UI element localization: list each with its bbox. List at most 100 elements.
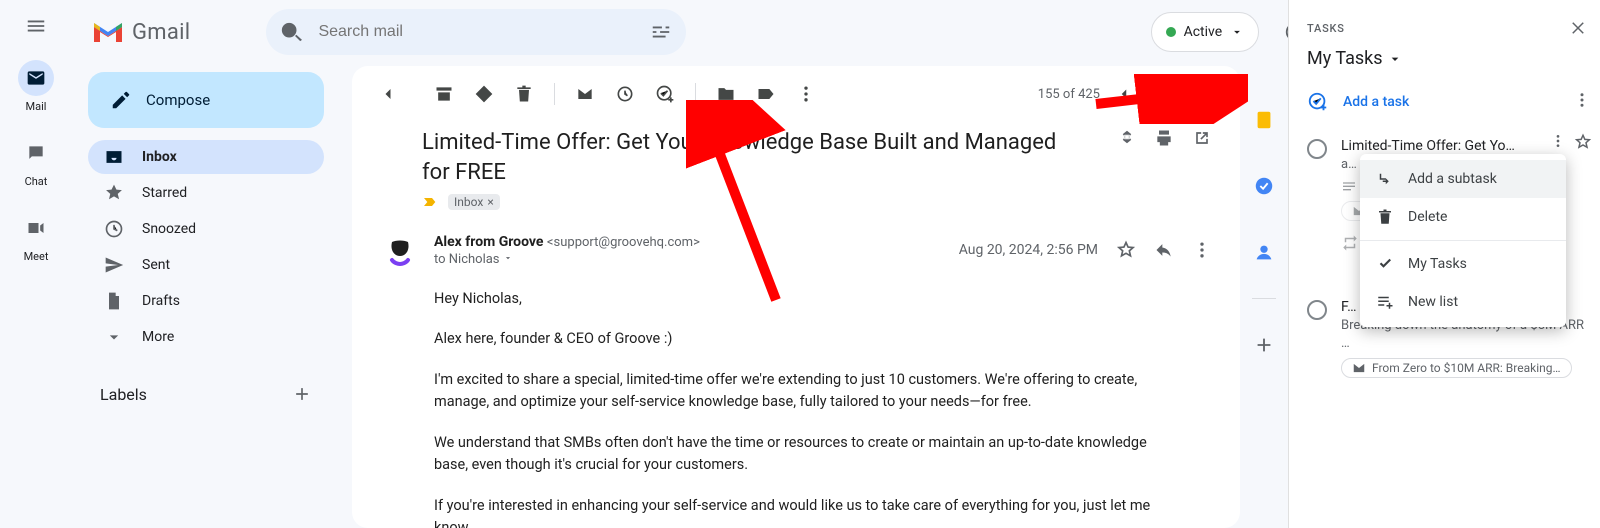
pencil-icon <box>110 89 132 111</box>
sidepanel-tasks[interactable] <box>1244 166 1284 206</box>
rail-label: Chat <box>25 175 48 188</box>
more-vert-icon <box>1573 91 1591 109</box>
nav-sent[interactable]: Sent <box>88 248 324 282</box>
reply-icon <box>1154 240 1174 260</box>
mail-unread-icon <box>575 84 595 104</box>
meet-icon <box>26 218 46 238</box>
add-label-button[interactable] <box>292 384 312 404</box>
ctx-label: Delete <box>1408 209 1447 225</box>
inbox-chip[interactable]: Inbox× <box>448 194 500 210</box>
nav-label: Starred <box>142 185 187 201</box>
archive-icon <box>434 84 454 104</box>
popout-icon <box>1192 128 1212 148</box>
rail-chat[interactable]: Chat <box>18 135 54 188</box>
tasks-kicker: TASKS <box>1307 22 1345 35</box>
gmail-logo-icon <box>92 20 124 44</box>
task-source-email-chip[interactable]: From Zero to $10M ARR: Breaking… <box>1341 358 1572 378</box>
print-button[interactable] <box>1154 128 1174 148</box>
task-complete-toggle[interactable] <box>1307 139 1327 159</box>
chevron-down-icon <box>104 327 124 347</box>
file-icon <box>104 291 124 311</box>
chevron-down-icon[interactable] <box>503 253 513 263</box>
chip-label: From Zero to $10M ARR: Breaking… <box>1372 361 1561 375</box>
reply-button[interactable] <box>1154 240 1174 260</box>
sidepanel-contacts[interactable] <box>1244 232 1284 272</box>
mark-unread-button[interactable] <box>565 74 605 114</box>
contacts-icon <box>1253 241 1275 263</box>
hamburger-icon <box>25 15 47 37</box>
nav-more[interactable]: More <box>88 320 324 354</box>
message-more-button[interactable] <box>1192 240 1212 260</box>
search-bar[interactable] <box>266 9 686 55</box>
task-item-options-button[interactable] <box>1550 133 1566 149</box>
snooze-button[interactable] <box>605 74 645 114</box>
nav-drafts[interactable]: Drafts <box>88 284 324 318</box>
trash-icon <box>1376 208 1394 226</box>
clock-icon <box>104 219 124 239</box>
add-to-tasks-button[interactable] <box>645 74 685 114</box>
delete-button[interactable] <box>504 74 544 114</box>
collapse-all-button[interactable] <box>1118 128 1136 146</box>
plus-icon <box>1253 334 1275 356</box>
nav-inbox[interactable]: Inbox <box>88 140 324 174</box>
rail-mail[interactable]: Mail <box>18 60 54 113</box>
arrow-left-icon <box>378 84 398 104</box>
sidepanel-keep[interactable] <box>1244 100 1284 140</box>
search-icon <box>280 21 302 43</box>
body-line: Alex here, founder & CEO of Groove :) <box>434 328 1176 350</box>
rail-label: Mail <box>26 100 47 113</box>
archive-button[interactable] <box>424 74 464 114</box>
spam-button[interactable] <box>464 74 504 114</box>
plus-icon <box>292 384 312 404</box>
body-line: Hey Nicholas, <box>434 288 1176 310</box>
labels-heading: Labels <box>100 385 147 404</box>
ctx-add-subtask[interactable]: Add a subtask <box>1360 160 1566 198</box>
ctx-my-tasks[interactable]: My Tasks <box>1360 245 1566 283</box>
tasks-list-options-button[interactable] <box>1570 91 1594 109</box>
keep-icon <box>1253 109 1275 131</box>
notes-icon[interactable] <box>1341 179 1357 195</box>
nav-snoozed[interactable]: Snoozed <box>88 212 324 246</box>
star-message-button[interactable] <box>1116 240 1136 260</box>
open-new-window-button[interactable] <box>1192 128 1212 148</box>
trash-icon <box>514 84 534 104</box>
more-vert-icon <box>1550 133 1566 149</box>
add-task-button[interactable]: Add a task <box>1307 91 1409 113</box>
status-chip[interactable]: Active <box>1151 12 1260 52</box>
star-outline-icon <box>1574 133 1592 151</box>
tasks-list-selector[interactable]: My Tasks <box>1307 48 1594 69</box>
tune-icon[interactable] <box>650 21 672 43</box>
compose-button[interactable]: Compose <box>88 72 324 128</box>
tasks-panel: TASKS My Tasks Add a task Limited-Time O… <box>1288 0 1600 528</box>
task-star-button[interactable] <box>1574 133 1592 151</box>
check-icon <box>1376 255 1394 273</box>
message-date: Aug 20, 2024, 2:56 PM <box>959 242 1098 258</box>
print-icon <box>1154 128 1174 148</box>
recipient-line[interactable]: to Nicholas <box>434 252 500 267</box>
chip-remove-icon[interactable]: × <box>487 195 493 209</box>
search-input[interactable] <box>316 22 636 42</box>
ctx-label: Add a subtask <box>1408 171 1497 187</box>
task-context-menu: Add a subtask Delete My Tasks New list <box>1360 154 1566 327</box>
ctx-new-list[interactable]: New list <box>1360 283 1566 321</box>
back-button[interactable] <box>368 74 408 114</box>
repeat-icon[interactable] <box>1341 234 1359 252</box>
sender-avatar-icon <box>380 230 420 270</box>
sender-avatar[interactable] <box>380 230 420 270</box>
clock-icon <box>615 84 635 104</box>
tasks-close-button[interactable] <box>1562 12 1594 44</box>
ctx-delete[interactable]: Delete <box>1360 198 1566 236</box>
nav-starred[interactable]: Starred <box>88 176 324 210</box>
app-name: Gmail <box>132 20 190 45</box>
gmail-logo[interactable]: Gmail <box>92 20 190 45</box>
annotation-arrow-1 <box>686 100 796 320</box>
rail-meet[interactable]: Meet <box>18 210 54 263</box>
sidepanel-add[interactable] <box>1244 325 1284 365</box>
task-complete-toggle[interactable] <box>1307 300 1327 320</box>
main-menu-button[interactable] <box>24 14 48 38</box>
sender-name: Alex from Groove <box>434 234 543 250</box>
more-vert-icon <box>796 84 816 104</box>
nav-label: Sent <box>142 257 170 273</box>
importance-marker-icon[interactable] <box>422 194 438 210</box>
star-icon <box>104 183 124 203</box>
